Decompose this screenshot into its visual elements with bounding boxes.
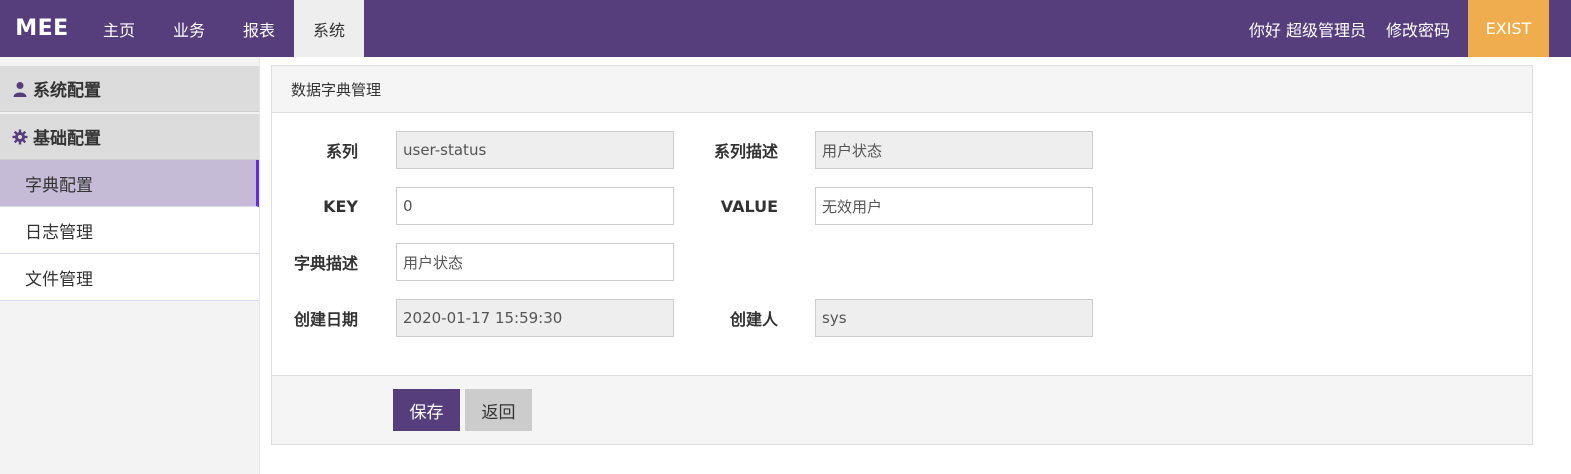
dict-desc-field[interactable]: [396, 243, 674, 281]
sidebar-item-files[interactable]: 文件管理: [0, 254, 259, 301]
header-spacer: [1549, 0, 1571, 57]
gear-icon: [12, 129, 28, 145]
user-icon: [12, 81, 28, 97]
panel-title: 数据字典管理: [272, 66, 1532, 113]
form-row: KEY VALUE: [272, 187, 1532, 225]
nav-item-reports[interactable]: 报表: [224, 0, 294, 57]
panel-footer: 保存 返回: [272, 375, 1532, 444]
top-navbar: MEE 主页 业务 报表 系统 你好 超级管理员 修改密码 EXIST: [0, 0, 1571, 57]
main-nav: 主页 业务 报表 系统: [84, 0, 364, 57]
dict-desc-label: 字典描述: [293, 254, 358, 273]
form-row: 字典描述: [272, 243, 1532, 281]
series-field[interactable]: [396, 131, 674, 169]
creator-label: 创建人: [729, 310, 778, 329]
created-date-field[interactable]: [396, 299, 674, 337]
creator-field[interactable]: [815, 299, 1093, 337]
key-field[interactable]: [396, 187, 674, 225]
sidebar: 系统配置 基础配置 字典配置 日志管理 文件管理: [0, 57, 260, 474]
back-button[interactable]: 返回: [465, 389, 532, 431]
created-date-label: 创建日期: [293, 310, 358, 329]
value-field[interactable]: [815, 187, 1093, 225]
sidebar-group-system-config[interactable]: 系统配置: [0, 66, 259, 112]
brand-logo[interactable]: MEE: [0, 0, 84, 57]
sidebar-group-base-config[interactable]: 基础配置: [0, 114, 259, 160]
nav-item-system[interactable]: 系统: [294, 0, 364, 57]
header-right: 你好 超级管理员 修改密码 EXIST: [1239, 0, 1571, 57]
change-password-link[interactable]: 修改密码: [1376, 0, 1468, 57]
series-desc-field[interactable]: [815, 131, 1093, 169]
sidebar-item-logs[interactable]: 日志管理: [0, 207, 259, 254]
form-row: 系列 系列描述: [272, 131, 1532, 169]
save-button[interactable]: 保存: [393, 389, 460, 431]
form-row: 创建日期 创建人: [272, 299, 1532, 337]
series-desc-label: 系列描述: [713, 142, 778, 161]
nav-item-business[interactable]: 业务: [154, 0, 224, 57]
sidebar-item-dictionary[interactable]: 字典配置: [0, 160, 259, 207]
sidebar-group-label: 基础配置: [33, 129, 101, 149]
nav-item-home[interactable]: 主页: [84, 0, 154, 57]
series-label: 系列: [325, 142, 358, 161]
sidebar-group-label: 系统配置: [33, 81, 101, 101]
exit-button[interactable]: EXIST: [1468, 0, 1549, 57]
value-label: VALUE: [720, 196, 778, 216]
dictionary-panel: 数据字典管理 系列 系列描述 KEY VALUE 字典描述 创建日期 创建人 保…: [271, 65, 1533, 445]
dictionary-form: 系列 系列描述 KEY VALUE 字典描述 创建日期 创建人: [272, 113, 1532, 376]
key-label: KEY: [323, 196, 358, 216]
user-greeting: 你好 超级管理员: [1248, 20, 1366, 40]
